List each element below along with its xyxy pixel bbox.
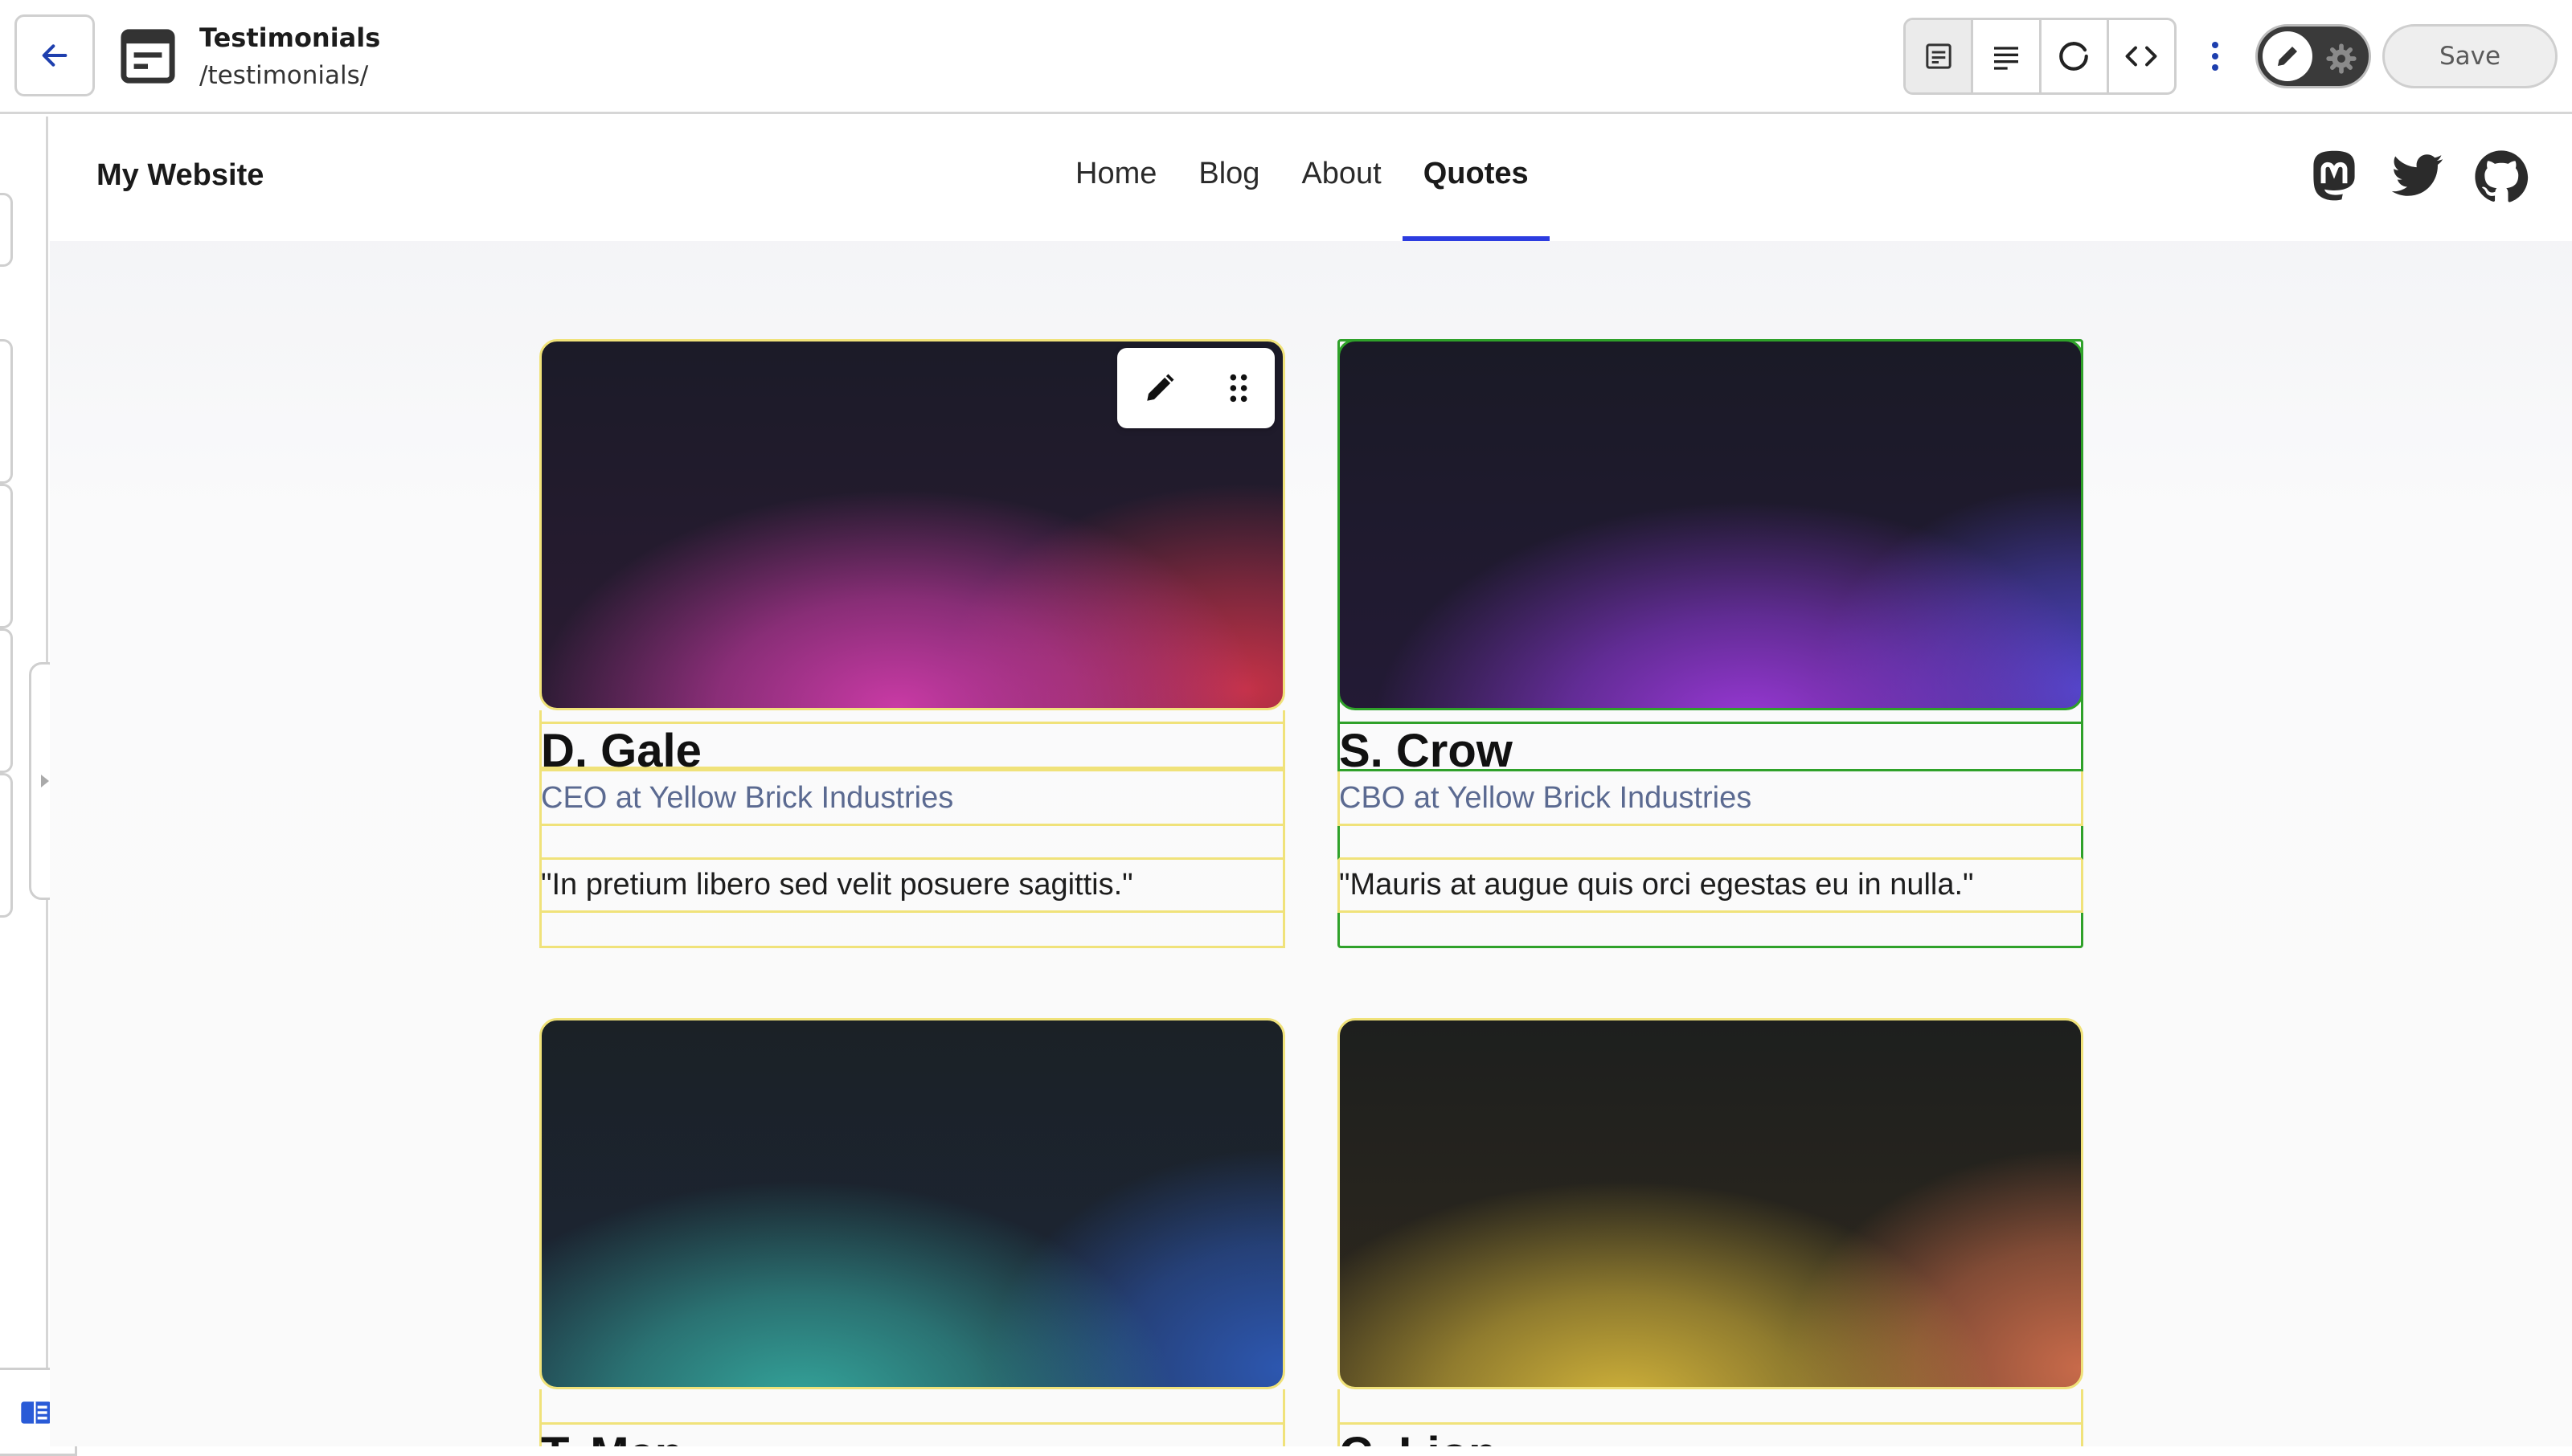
form-view-icon xyxy=(1925,43,1952,69)
text-view-button[interactable] xyxy=(1973,20,2042,92)
edit-mode-knob xyxy=(2263,31,2312,81)
block-outline xyxy=(539,1389,1285,1425)
rail-tab[interactable] xyxy=(0,339,13,484)
form-view-button[interactable] xyxy=(1906,20,1974,92)
nav-home[interactable]: Home xyxy=(1055,117,1177,241)
refresh-button[interactable] xyxy=(2042,20,2109,92)
spacer-block-outline xyxy=(1337,826,2083,860)
pencil-icon xyxy=(2278,47,2297,66)
document-icon xyxy=(121,29,175,84)
testimonial-role[interactable]: CEO at Yellow Brick Industries xyxy=(541,781,953,816)
block-toolbar xyxy=(1117,348,1275,428)
pencil-icon[interactable] xyxy=(1143,371,1177,405)
view-mode-group xyxy=(1903,18,2177,95)
cms-toolbar: Testimonials /testimonials/ Save xyxy=(0,0,2572,114)
github-icon[interactable] xyxy=(2472,147,2531,207)
gear-icon xyxy=(2324,41,2359,76)
testimonial-name[interactable]: D. Gale xyxy=(541,728,702,775)
code-icon xyxy=(2125,46,2157,67)
nav-quotes[interactable]: Quotes xyxy=(1402,117,1550,241)
social-links xyxy=(2304,147,2531,207)
testimonial-card[interactable]: C. Lion xyxy=(1337,1018,2083,1446)
page-path: /testimonials/ xyxy=(199,61,369,90)
rail-tab[interactable] xyxy=(0,484,13,628)
rail-tab[interactable] xyxy=(0,773,13,918)
back-button[interactable] xyxy=(14,14,95,96)
save-button[interactable]: Save xyxy=(2382,24,2558,88)
testimonial-name[interactable]: S. Crow xyxy=(1339,728,1513,775)
page-title: Testimonials xyxy=(199,22,381,53)
kebab-menu-icon xyxy=(2212,42,2218,48)
rail-tab[interactable] xyxy=(0,193,13,267)
nav-about[interactable]: About xyxy=(1280,117,1402,241)
sidebar-panel-icon xyxy=(21,1401,51,1424)
text-lines-icon xyxy=(1993,47,2018,70)
block-outline xyxy=(1337,1389,2083,1425)
arrow-left-icon xyxy=(42,44,68,67)
testimonial-quote[interactable]: "In pretium libero sed velit posuere sag… xyxy=(541,868,1133,902)
refresh-icon xyxy=(2059,42,2088,71)
twitter-icon[interactable] xyxy=(2388,147,2447,207)
bottom-block-outline xyxy=(539,913,1285,948)
nav-blog[interactable]: Blog xyxy=(1177,117,1280,241)
testimonial-card[interactable]: D. Gale CEO at Yellow Brick Industries "… xyxy=(539,339,1285,1083)
block-outline xyxy=(539,710,1285,722)
testimonial-card[interactable]: S. Crow CBO at Yellow Brick Industries "… xyxy=(1337,339,2083,1083)
site-logo[interactable]: My Website xyxy=(96,158,264,193)
chevron-right-icon xyxy=(41,775,49,787)
testimonial-role[interactable]: CBO at Yellow Brick Industries xyxy=(1339,781,1751,816)
testimonial-quote[interactable]: "Mauris at augue quis orci egestas eu in… xyxy=(1339,868,1974,902)
testimonial-image[interactable] xyxy=(1337,1018,2083,1389)
edit-mode-toggle[interactable] xyxy=(2255,24,2371,88)
drag-handle-icon[interactable] xyxy=(1227,372,1250,404)
more-options-button[interactable] xyxy=(2202,32,2228,80)
testimonial-name[interactable]: T. Man xyxy=(541,1431,683,1447)
testimonial-name[interactable]: C. Lion xyxy=(1339,1431,1497,1447)
spacer-block-outline xyxy=(539,826,1285,860)
testimonial-image[interactable] xyxy=(539,1018,1285,1389)
site-nav: Home Blog About Quotes xyxy=(1055,117,1550,241)
site-preview: My Website Home Blog About Quotes D. Gal… xyxy=(50,117,2572,1446)
testimonial-card[interactable]: T. Man xyxy=(539,1018,1285,1446)
rail-tab[interactable] xyxy=(0,628,13,773)
code-view-button[interactable] xyxy=(2109,20,2174,92)
site-header: My Website Home Blog About Quotes xyxy=(50,117,2572,241)
mastodon-icon[interactable] xyxy=(2304,147,2364,207)
